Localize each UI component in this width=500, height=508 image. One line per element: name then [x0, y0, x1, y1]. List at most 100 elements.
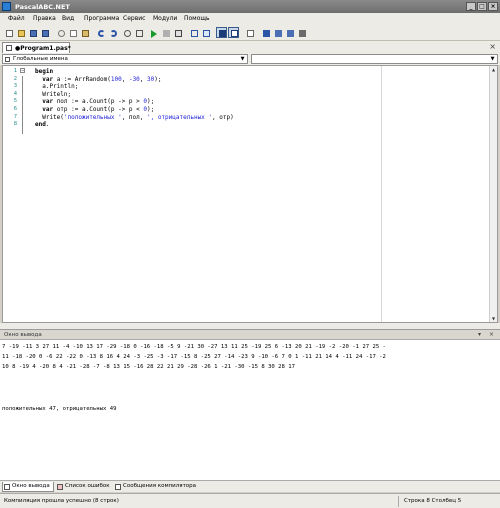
menu-view[interactable]: Вид — [62, 15, 74, 22]
output-window-icon[interactable] — [216, 27, 227, 38]
output-panel-title: Окно вывода — [4, 332, 42, 338]
menu-bar: Файл Правка Вид Программа Сервис Модули … — [0, 13, 500, 25]
scope-combo-value: Глобальные имена — [13, 56, 68, 62]
code-text: var отр := a.Count(p -> p < 0); — [42, 106, 155, 113]
code-text: begin — [35, 68, 54, 75]
open-icon[interactable] — [15, 27, 26, 38]
output-window-icon — [4, 484, 10, 490]
line-number: 3 — [13, 83, 17, 90]
code-line[interactable]: 4 Writeln; — [3, 91, 373, 99]
replace-icon[interactable] — [133, 27, 144, 38]
menu-program[interactable]: Программа — [84, 15, 119, 22]
line-number: 7 — [13, 113, 17, 120]
line-number: 1 — [13, 68, 17, 74]
close-button[interactable]: × — [488, 2, 498, 11]
output-line: 11 -18 -20 0 -6 22 -22 0 -13 8 16 4 24 -… — [2, 354, 386, 360]
minimize-button[interactable]: _ — [466, 2, 476, 11]
step-over-icon[interactable] — [188, 27, 199, 38]
code-line[interactable]: 1 begin — [3, 68, 373, 76]
stop-icon[interactable] — [160, 27, 171, 38]
code-line[interactable]: 6 var отр := a.Count(p -> p < 0); — [3, 106, 373, 114]
save-icon[interactable] — [27, 27, 38, 38]
close-document-icon[interactable]: × — [489, 42, 496, 51]
output-panel: Окно вывода ▾ × 7 -19 -11 3 27 11 -4 -10… — [0, 329, 500, 480]
tab-label: ●Program1.pas* — [15, 45, 71, 52]
code-line[interactable]: 2 var a := ArrRandom(100, -30, 30); — [3, 76, 373, 84]
code-line[interactable]: 3 a.Println; — [3, 83, 373, 91]
copy-icon[interactable] — [67, 27, 78, 38]
line-number: 2 — [13, 75, 17, 82]
code-text: end. — [35, 121, 50, 129]
cursor-position: Строка 8 Столбец 5 — [404, 498, 462, 504]
window-title: PascalABC.NET — [15, 3, 70, 11]
tab-compiler-messages[interactable]: Сообщения компилятора — [114, 482, 202, 492]
new-file-icon[interactable] — [3, 27, 14, 38]
tab-error-list[interactable]: Список ошибок — [56, 482, 112, 492]
chevron-down-icon[interactable]: ▼ — [239, 56, 246, 63]
scope-combo[interactable]: Глобальные имена ▼ — [2, 54, 248, 64]
tab-output-window[interactable]: Окно вывода — [2, 482, 54, 492]
compile-icon[interactable] — [260, 27, 271, 38]
menu-edit[interactable]: Правка — [33, 15, 56, 22]
error-list-icon — [57, 484, 63, 490]
code-line[interactable]: 8 end. — [3, 121, 373, 129]
split-window-icon[interactable] — [228, 27, 239, 38]
code-text: Write('положительных ', пол, ', отрицате… — [35, 113, 234, 121]
namespace-icon — [5, 57, 10, 62]
close-panel-icon[interactable]: × — [489, 331, 494, 338]
tab-label: Список ошибок — [65, 483, 110, 489]
scroll-up-icon[interactable]: ▲ — [490, 66, 497, 73]
maximize-button[interactable]: □ — [477, 2, 487, 11]
save-all-icon[interactable] — [39, 27, 50, 38]
menu-file[interactable]: Файл — [8, 15, 25, 22]
document-tab-strip: ●Program1.pas* × — [0, 41, 500, 53]
scroll-down-icon[interactable]: ▼ — [490, 315, 497, 322]
redo-icon[interactable] — [107, 27, 118, 38]
cut-icon[interactable] — [55, 27, 66, 38]
output-result-line: положительных 47, отрицательных 49 — [2, 406, 117, 412]
menu-modules[interactable]: Модули — [153, 15, 177, 22]
code-line[interactable]: 5 var пол := a.Count(p -> p > 0); — [3, 98, 373, 106]
menu-service[interactable]: Сервис — [123, 15, 145, 22]
tab-label: Сообщения компилятора — [123, 483, 197, 489]
tab-label: Окно вывода — [12, 483, 50, 489]
pin-icon[interactable]: ▾ — [478, 331, 481, 338]
compiler-messages-icon — [115, 484, 121, 490]
help-icon[interactable] — [284, 27, 295, 38]
app-icon — [2, 2, 11, 11]
chevron-down-icon[interactable]: ▼ — [489, 56, 496, 63]
line-number: 5 — [13, 98, 17, 105]
code-editor[interactable]: − 1 begin 2 var a := ArrRandom(100, -30, 3… — [2, 65, 498, 323]
status-divider — [398, 496, 399, 507]
run-icon[interactable] — [148, 27, 159, 38]
about-icon[interactable] — [296, 27, 307, 38]
paste-icon[interactable] — [79, 27, 90, 38]
title-bar: PascalABC.NET _ □ × — [0, 0, 500, 13]
undo-icon[interactable] — [95, 27, 106, 38]
code-text: a.Println; — [35, 83, 79, 91]
editor-vertical-scrollbar[interactable]: ▲ ▼ — [489, 66, 497, 322]
member-combo[interactable]: ▼ — [251, 54, 498, 64]
step-into-icon[interactable] — [200, 27, 211, 38]
output-panel-header: Окно вывода ▾ × — [0, 330, 500, 340]
output-line: 7 -19 -11 3 27 11 -4 -10 13 17 -29 -18 0… — [2, 344, 386, 350]
tab-program1[interactable]: ●Program1.pas* — [2, 42, 71, 53]
code-text: Writeln; — [35, 90, 72, 98]
menu-help[interactable]: Помощь — [184, 15, 210, 22]
debug-icon[interactable] — [172, 27, 183, 38]
line-number: 6 — [13, 106, 17, 112]
status-message: Компиляция прошла успешно (8 строк) — [4, 498, 119, 504]
code-text: var a := ArrRandom(100, -30, 30); — [42, 75, 162, 83]
format-icon[interactable] — [244, 27, 255, 38]
right-margin-guide — [381, 66, 382, 322]
toolbar — [0, 25, 500, 41]
output-line: 10 8 -19 4 -20 8 4 -21 -28 -7 -8 13 15 -… — [2, 364, 295, 370]
pas-file-icon — [6, 45, 12, 51]
status-bar: Компиляция прошла успешно (8 строк) Стро… — [0, 493, 500, 508]
code-text: var пол := a.Count(p -> p > 0); — [42, 98, 155, 106]
code-line[interactable]: 7 Write('положительных ', пол, ', отрица… — [3, 114, 373, 122]
line-number: 4 — [13, 90, 17, 97]
settings-icon[interactable] — [272, 27, 283, 38]
find-icon[interactable] — [121, 27, 132, 38]
line-number: 8 — [13, 121, 17, 128]
